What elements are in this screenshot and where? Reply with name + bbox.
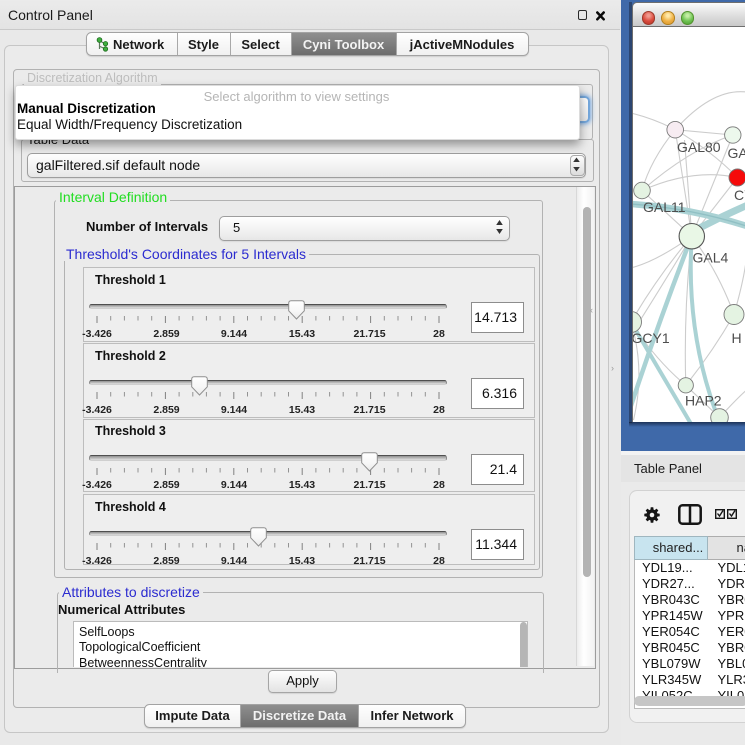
svg-text:H: H [731,330,741,346]
svg-text:GAL80: GAL80 [677,139,721,155]
svg-text:CY: CY [734,187,745,203]
svg-text:GCY1: GCY1 [633,330,670,346]
svg-text:GA: GA [727,145,745,161]
svg-text:HAP2: HAP2 [685,393,722,409]
svg-text:GAL11: GAL11 [643,199,686,215]
svg-text:GAL4: GAL4 [692,250,728,266]
